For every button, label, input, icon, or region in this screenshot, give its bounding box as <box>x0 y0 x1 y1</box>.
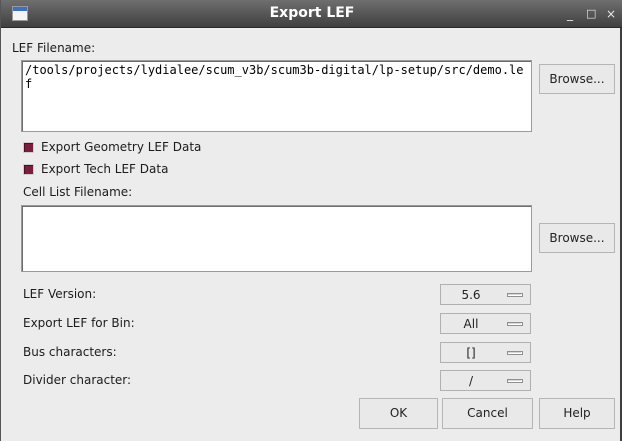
dropdown-indicator-icon <box>507 351 523 355</box>
lef-version-select[interactable]: 5.6 <box>440 284 531 305</box>
ok-button[interactable]: OK <box>359 398 438 429</box>
help-button[interactable]: Help <box>539 398 615 429</box>
export-geometry-checkbox[interactable] <box>23 142 34 153</box>
export-tech-label: Export Tech LEF Data <box>41 162 169 176</box>
minimize-icon[interactable]: _ <box>567 7 573 21</box>
dropdown-indicator-icon <box>507 379 523 383</box>
lef-filename-label: LEF Filename: <box>12 41 96 55</box>
bus-characters-select[interactable]: [] <box>440 342 531 363</box>
title-bar[interactable]: Export LEF _ □ × <box>1 0 622 28</box>
lef-version-value: 5.6 <box>461 288 481 302</box>
dropdown-indicator-icon <box>507 322 523 326</box>
divider-character-select[interactable]: / <box>440 370 531 391</box>
cell-list-field[interactable] <box>21 205 532 272</box>
lef-filename-field[interactable]: /tools/projects/lydialee/scum_v3b/scum3b… <box>21 60 532 132</box>
divider-character-value: / <box>468 374 474 388</box>
export-bin-value: All <box>463 317 479 331</box>
cell-list-browse-button[interactable]: Browse... <box>539 223 615 253</box>
dropdown-indicator-icon <box>507 293 523 297</box>
bus-characters-label: Bus characters: <box>23 345 117 359</box>
cancel-button[interactable]: Cancel <box>442 398 533 429</box>
bus-characters-value: [] <box>466 346 476 360</box>
export-tech-checkbox[interactable] <box>23 164 34 175</box>
lef-browse-button[interactable]: Browse... <box>539 64 615 94</box>
close-icon[interactable]: × <box>606 7 616 21</box>
export-bin-select[interactable]: All <box>440 313 531 334</box>
divider-character-label: Divider character: <box>23 373 132 387</box>
export-lef-dialog: Export LEF _ □ × LEF Filename: /tools/pr… <box>0 0 622 441</box>
cell-list-label: Cell List Filename: <box>23 185 133 199</box>
export-bin-label: Export LEF for Bin: <box>23 316 135 330</box>
maximize-icon[interactable]: □ <box>586 7 596 21</box>
lef-filename-value: /tools/projects/lydialee/scum_v3b/scum3b… <box>25 63 524 91</box>
lef-version-label: LEF Version: <box>23 287 97 301</box>
export-geometry-label: Export Geometry LEF Data <box>41 140 202 154</box>
window-title: Export LEF <box>269 5 355 21</box>
